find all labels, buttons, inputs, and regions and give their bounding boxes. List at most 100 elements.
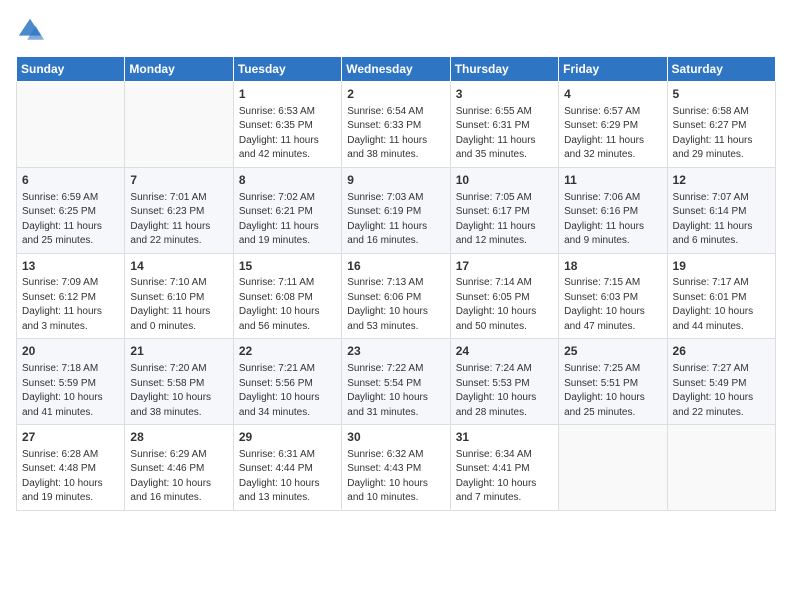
logo-icon bbox=[16, 16, 44, 44]
calendar-cell: 14Sunrise: 7:10 AM Sunset: 6:10 PM Dayli… bbox=[125, 253, 233, 339]
calendar-cell: 6 Sunrise: 6:59 AM Sunset: 6:25 PM Daylig… bbox=[17, 167, 125, 253]
day-info: Sunrise: 6:31 AM Sunset: 4:44 PM Dayligh… bbox=[239, 448, 336, 506]
calendar-week-row: 27 Sunrise: 6:28 AM Sunset: 4:48 PM Dayli… bbox=[17, 425, 776, 511]
day-number: 18 bbox=[564, 258, 661, 275]
day-number: 21 bbox=[130, 343, 227, 360]
day-info: Sunrise: 6:54 AM Sunset: 6:33 PM Dayligh… bbox=[347, 105, 444, 163]
day-number: 12 bbox=[673, 172, 770, 189]
day-info: Sunrise: 7:14 AM Sunset: 6:05 PM Dayligh… bbox=[456, 276, 553, 334]
day-number: 26 bbox=[673, 343, 770, 360]
day-info: Sunrise: 7:22 AM Sunset: 5:54 PM Dayligh… bbox=[347, 362, 444, 420]
calendar-cell: 18Sunrise: 7:15 AM Sunset: 6:03 PM Dayli… bbox=[559, 253, 667, 339]
calendar-cell: 4 Sunrise: 6:57 AM Sunset: 6:29 PM Daylig… bbox=[559, 82, 667, 168]
day-info: Sunrise: 7:13 AM Sunset: 6:06 PM Dayligh… bbox=[347, 276, 444, 334]
day-number: 9 bbox=[347, 172, 444, 189]
calendar-cell: 20 Sunrise: 7:18 AM Sunset: 5:59 PM Dayli… bbox=[17, 339, 125, 425]
day-info: Sunrise: 6:34 AM Sunset: 4:41 PM Dayligh… bbox=[456, 448, 553, 506]
calendar-cell: 15Sunrise: 7:11 AM Sunset: 6:08 PM Dayli… bbox=[233, 253, 341, 339]
day-number: 4 bbox=[564, 86, 661, 103]
calendar-week-row: 1Sunrise: 6:53 AM Sunset: 6:35 PM Daylig… bbox=[17, 82, 776, 168]
calendar-cell: 8 Sunrise: 7:02 AM Sunset: 6:21 PM Daylig… bbox=[233, 167, 341, 253]
day-info: Sunrise: 7:18 AM Sunset: 5:59 PM Dayligh… bbox=[22, 362, 119, 420]
day-info: Sunrise: 7:02 AM Sunset: 6:21 PM Dayligh… bbox=[239, 191, 336, 249]
day-number: 6 bbox=[22, 172, 119, 189]
calendar-cell: 21 Sunrise: 7:20 AM Sunset: 5:58 PM Dayli… bbox=[125, 339, 233, 425]
calendar-cell: 24 Sunrise: 7:24 AM Sunset: 5:53 PM Dayli… bbox=[450, 339, 558, 425]
day-number: 2 bbox=[347, 86, 444, 103]
calendar-cell: 30 Sunrise: 6:32 AM Sunset: 4:43 PM Dayli… bbox=[342, 425, 450, 511]
calendar-header-row: SundayMondayTuesdayWednesdayThursdayFrid… bbox=[17, 57, 776, 82]
calendar-cell: 3Sunrise: 6:55 AM Sunset: 6:31 PM Daylig… bbox=[450, 82, 558, 168]
calendar-cell bbox=[667, 425, 775, 511]
day-number: 23 bbox=[347, 343, 444, 360]
day-info: Sunrise: 7:24 AM Sunset: 5:53 PM Dayligh… bbox=[456, 362, 553, 420]
day-info: Sunrise: 7:20 AM Sunset: 5:58 PM Dayligh… bbox=[130, 362, 227, 420]
day-number: 10 bbox=[456, 172, 553, 189]
calendar-cell: 25 Sunrise: 7:25 AM Sunset: 5:51 PM Dayli… bbox=[559, 339, 667, 425]
calendar-day-header: Saturday bbox=[667, 57, 775, 82]
calendar-cell: 10Sunrise: 7:05 AM Sunset: 6:17 PM Dayli… bbox=[450, 167, 558, 253]
day-number: 17 bbox=[456, 258, 553, 275]
day-info: Sunrise: 6:58 AM Sunset: 6:27 PM Dayligh… bbox=[673, 105, 770, 163]
day-info: Sunrise: 7:15 AM Sunset: 6:03 PM Dayligh… bbox=[564, 276, 661, 334]
calendar-cell bbox=[17, 82, 125, 168]
day-number: 31 bbox=[456, 429, 553, 446]
day-info: Sunrise: 6:29 AM Sunset: 4:46 PM Dayligh… bbox=[130, 448, 227, 506]
page-header bbox=[16, 16, 776, 44]
day-number: 25 bbox=[564, 343, 661, 360]
day-number: 27 bbox=[22, 429, 119, 446]
day-number: 7 bbox=[130, 172, 227, 189]
calendar-cell: 7 Sunrise: 7:01 AM Sunset: 6:23 PM Daylig… bbox=[125, 167, 233, 253]
calendar-day-header: Monday bbox=[125, 57, 233, 82]
day-number: 24 bbox=[456, 343, 553, 360]
calendar-cell bbox=[125, 82, 233, 168]
day-number: 28 bbox=[130, 429, 227, 446]
calendar-cell: 11 Sunrise: 7:06 AM Sunset: 6:16 PM Dayli… bbox=[559, 167, 667, 253]
day-number: 1 bbox=[239, 86, 336, 103]
calendar-cell: 28 Sunrise: 6:29 AM Sunset: 4:46 PM Dayli… bbox=[125, 425, 233, 511]
calendar-day-header: Wednesday bbox=[342, 57, 450, 82]
day-info: Sunrise: 7:21 AM Sunset: 5:56 PM Dayligh… bbox=[239, 362, 336, 420]
calendar-week-row: 13Sunrise: 7:09 AM Sunset: 6:12 PM Dayli… bbox=[17, 253, 776, 339]
day-number: 29 bbox=[239, 429, 336, 446]
day-number: 20 bbox=[22, 343, 119, 360]
calendar-cell: 13Sunrise: 7:09 AM Sunset: 6:12 PM Dayli… bbox=[17, 253, 125, 339]
calendar-day-header: Friday bbox=[559, 57, 667, 82]
day-number: 16 bbox=[347, 258, 444, 275]
calendar-day-header: Sunday bbox=[17, 57, 125, 82]
day-number: 13 bbox=[22, 258, 119, 275]
day-number: 30 bbox=[347, 429, 444, 446]
calendar-cell: 31 Sunrise: 6:34 AM Sunset: 4:41 PM Dayli… bbox=[450, 425, 558, 511]
day-info: Sunrise: 7:25 AM Sunset: 5:51 PM Dayligh… bbox=[564, 362, 661, 420]
day-info: Sunrise: 6:32 AM Sunset: 4:43 PM Dayligh… bbox=[347, 448, 444, 506]
day-number: 11 bbox=[564, 172, 661, 189]
logo bbox=[16, 16, 48, 44]
day-info: Sunrise: 7:01 AM Sunset: 6:23 PM Dayligh… bbox=[130, 191, 227, 249]
day-number: 22 bbox=[239, 343, 336, 360]
day-number: 3 bbox=[456, 86, 553, 103]
day-number: 5 bbox=[673, 86, 770, 103]
day-info: Sunrise: 7:10 AM Sunset: 6:10 PM Dayligh… bbox=[130, 276, 227, 334]
day-info: Sunrise: 6:28 AM Sunset: 4:48 PM Dayligh… bbox=[22, 448, 119, 506]
day-info: Sunrise: 7:11 AM Sunset: 6:08 PM Dayligh… bbox=[239, 276, 336, 334]
day-info: Sunrise: 7:03 AM Sunset: 6:19 PM Dayligh… bbox=[347, 191, 444, 249]
calendar-day-header: Tuesday bbox=[233, 57, 341, 82]
calendar-cell bbox=[559, 425, 667, 511]
calendar-cell: 29 Sunrise: 6:31 AM Sunset: 4:44 PM Dayli… bbox=[233, 425, 341, 511]
day-number: 15 bbox=[239, 258, 336, 275]
calendar-cell: 22 Sunrise: 7:21 AM Sunset: 5:56 PM Dayli… bbox=[233, 339, 341, 425]
day-info: Sunrise: 7:07 AM Sunset: 6:14 PM Dayligh… bbox=[673, 191, 770, 249]
calendar-cell: 2 Sunrise: 6:54 AM Sunset: 6:33 PM Daylig… bbox=[342, 82, 450, 168]
calendar-cell: 26 Sunrise: 7:27 AM Sunset: 5:49 PM Dayli… bbox=[667, 339, 775, 425]
calendar-cell: 19Sunrise: 7:17 AM Sunset: 6:01 PM Dayli… bbox=[667, 253, 775, 339]
day-number: 8 bbox=[239, 172, 336, 189]
calendar-day-header: Thursday bbox=[450, 57, 558, 82]
calendar-cell: 16Sunrise: 7:13 AM Sunset: 6:06 PM Dayli… bbox=[342, 253, 450, 339]
day-info: Sunrise: 7:17 AM Sunset: 6:01 PM Dayligh… bbox=[673, 276, 770, 334]
day-info: Sunrise: 6:57 AM Sunset: 6:29 PM Dayligh… bbox=[564, 105, 661, 163]
calendar-cell: 5 Sunrise: 6:58 AM Sunset: 6:27 PM Daylig… bbox=[667, 82, 775, 168]
day-info: Sunrise: 6:59 AM Sunset: 6:25 PM Dayligh… bbox=[22, 191, 119, 249]
calendar-cell: 27 Sunrise: 6:28 AM Sunset: 4:48 PM Dayli… bbox=[17, 425, 125, 511]
day-info: Sunrise: 7:27 AM Sunset: 5:49 PM Dayligh… bbox=[673, 362, 770, 420]
day-info: Sunrise: 7:06 AM Sunset: 6:16 PM Dayligh… bbox=[564, 191, 661, 249]
